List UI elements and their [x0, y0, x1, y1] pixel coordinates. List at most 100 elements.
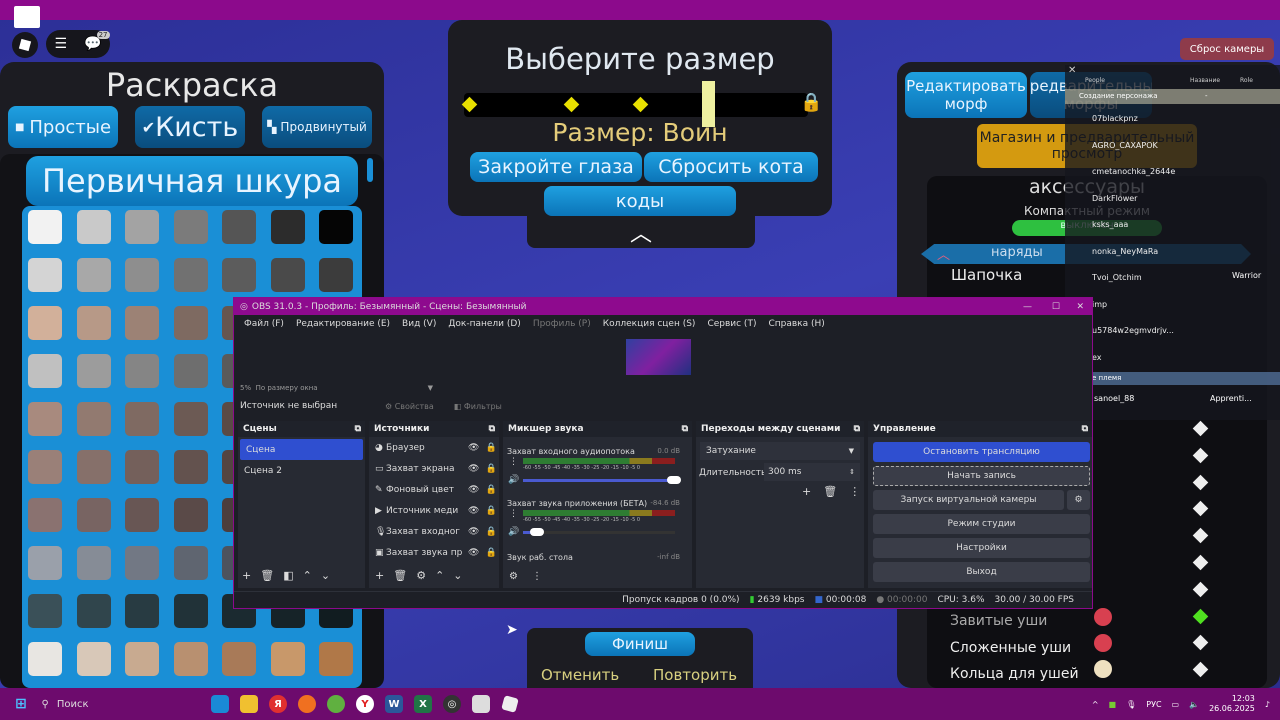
settings-button[interactable]: Настройки	[873, 538, 1090, 558]
hamburger-menu-icon[interactable]: ☰	[55, 36, 68, 52]
properties-button[interactable]: ⚙ Свойства	[385, 402, 434, 411]
redo-button[interactable]: Повторить	[653, 666, 737, 684]
trash-icon[interactable]: 🗑	[393, 569, 407, 582]
source-item[interactable]: ◕ Браузер 👁 🔒	[369, 437, 499, 458]
virtual-camera-button[interactable]: Запуск виртуальной камеры	[873, 490, 1064, 510]
color-swatch[interactable]	[125, 354, 159, 388]
word-icon[interactable]: W	[385, 695, 403, 713]
utorrent-icon[interactable]	[327, 695, 345, 713]
undo-button[interactable]: Отменить	[541, 666, 619, 684]
nvidia-icon[interactable]: ■	[1109, 700, 1117, 709]
undock-icon[interactable]: ⧉	[489, 424, 495, 434]
roblox-logo-button[interactable]	[12, 32, 38, 58]
add-icon[interactable]: +	[375, 569, 384, 582]
stop-streaming-button[interactable]: Остановить трансляцию	[873, 442, 1090, 462]
file-explorer-icon[interactable]	[240, 695, 258, 713]
color-swatch[interactable]	[319, 642, 353, 676]
taskbar-search[interactable]: ⚲ Поиск	[36, 692, 206, 716]
color-swatch[interactable]	[76, 258, 111, 292]
color-swatch[interactable]	[270, 258, 305, 292]
menu-item[interactable]: Сервис (T)	[701, 319, 762, 329]
source-item[interactable]: ✎ Фоновый цвет 👁 🔒	[369, 479, 499, 500]
source-item[interactable]: 🎙 Захват входног 👁 🔒	[369, 521, 499, 542]
color-swatch[interactable]	[76, 546, 111, 580]
edit-morph-button[interactable]: Редактировать морф	[905, 72, 1027, 118]
finish-button[interactable]: Финиш	[585, 632, 695, 656]
color-swatch[interactable]	[28, 354, 62, 388]
color-swatch[interactable]	[222, 642, 256, 676]
visibility-eye-icon[interactable]: 👁	[468, 464, 479, 474]
color-swatch[interactable]	[125, 498, 159, 532]
color-swatch[interactable]	[125, 306, 159, 340]
gear-icon[interactable]: ⚙	[416, 569, 426, 582]
menu-item[interactable]: Коллекция сцен (S)	[597, 319, 702, 329]
source-item[interactable]: ▣ Захват звука пр 👁 🔒	[369, 542, 499, 563]
clock[interactable]: 12:03 26.06.2025	[1209, 694, 1255, 714]
color-swatch[interactable]	[173, 450, 208, 484]
color-swatch[interactable]	[76, 354, 111, 388]
tab-simple[interactable]: ■ Простые	[8, 106, 118, 148]
source-item[interactable]: ▭ Захват экрана 👁 🔒	[369, 458, 499, 479]
size-slider[interactable]	[461, 81, 808, 127]
player-row[interactable]: imp	[1065, 291, 1280, 318]
roblox-icon[interactable]	[501, 695, 519, 713]
close-icon[interactable]: ✕	[1068, 65, 1076, 76]
studio-mode-button[interactable]: Режим студии	[873, 514, 1090, 534]
network-icon[interactable]: ▭	[1172, 700, 1180, 709]
scene-item[interactable]: Сцена 2	[238, 460, 365, 481]
mini-window-thumbnail[interactable]	[14, 6, 40, 28]
undock-icon[interactable]: ⧉	[1082, 424, 1088, 434]
color-swatch[interactable]	[222, 210, 256, 244]
obs-icon[interactable]: ◎	[443, 695, 461, 713]
virtual-camera-settings-gear-icon[interactable]: ⚙	[1067, 490, 1090, 510]
advanced-audio-gear-icon[interactable]: ⚙	[509, 571, 518, 582]
minimize-icon[interactable]: —	[1023, 302, 1032, 312]
more-options-icon[interactable]: ⋮	[849, 485, 860, 498]
lock-icon[interactable]: 🔒	[800, 92, 822, 113]
menu-item[interactable]: Вид (V)	[396, 319, 442, 329]
chevron-down-icon[interactable]: ⌄	[321, 569, 330, 582]
color-swatch[interactable]	[76, 498, 111, 532]
reset-cat-button[interactable]: Сбросить кота	[644, 152, 818, 182]
undock-icon[interactable]: ⧉	[854, 424, 860, 434]
color-swatch[interactable]	[125, 450, 159, 484]
ear-item[interactable]: Кольца для ушей	[950, 661, 1079, 688]
collapse-chevron-up-icon[interactable]: ︿	[527, 216, 755, 248]
color-swatch[interactable]	[28, 546, 62, 580]
player-row[interactable]: 07blackpnz	[1065, 105, 1280, 132]
yandex-browser-icon[interactable]: Y	[356, 695, 374, 713]
player-row[interactable]: sanoel_88	[1094, 394, 1134, 403]
color-swatch[interactable]	[125, 258, 159, 292]
windows-start-icon[interactable]: ⊞	[12, 695, 30, 713]
visibility-eye-icon[interactable]: 👁	[468, 485, 479, 495]
player-row[interactable]: ex	[1065, 344, 1280, 371]
lock-icon[interactable]: 🔒	[485, 443, 496, 453]
color-swatch[interactable]	[28, 594, 62, 628]
color-swatch[interactable]	[76, 402, 111, 436]
lock-icon[interactable]: 🔒	[485, 548, 496, 558]
menu-item[interactable]: Док-панели (D)	[442, 319, 526, 329]
player-row[interactable]: cmetanochka_2644e	[1065, 158, 1280, 185]
visibility-eye-icon[interactable]: 👁	[468, 548, 479, 558]
close-eyes-button[interactable]: Закройте глаза	[470, 152, 642, 182]
color-swatch[interactable]	[28, 210, 62, 244]
color-swatch[interactable]	[76, 210, 111, 244]
color-swatch[interactable]	[173, 546, 208, 580]
undock-icon[interactable]: ⧉	[682, 424, 688, 434]
color-swatch[interactable]	[28, 402, 62, 436]
lock-icon[interactable]: 🔒	[485, 464, 496, 474]
color-swatch[interactable]	[125, 402, 159, 436]
color-swatch[interactable]	[76, 642, 111, 676]
ear-item[interactable]: Сложенные уши	[950, 635, 1079, 662]
visibility-eye-icon[interactable]: 👁	[468, 506, 479, 516]
color-swatch[interactable]	[125, 594, 159, 628]
tab-advanced[interactable]: ▚ Продвинутый	[262, 106, 372, 148]
speaker-icon[interactable]: 🔊	[508, 475, 519, 485]
chevron-up-icon[interactable]: ⌃	[303, 569, 312, 582]
menu-item[interactable]: Профиль (P)	[527, 319, 597, 329]
player-row[interactable]: ksks_aaa	[1065, 211, 1280, 238]
color-swatch[interactable]	[270, 210, 305, 244]
team-row[interactable]: е племя	[1092, 372, 1280, 385]
chevron-down-icon[interactable]: ⌄	[453, 569, 462, 582]
trash-icon[interactable]: 🗑	[260, 569, 274, 582]
